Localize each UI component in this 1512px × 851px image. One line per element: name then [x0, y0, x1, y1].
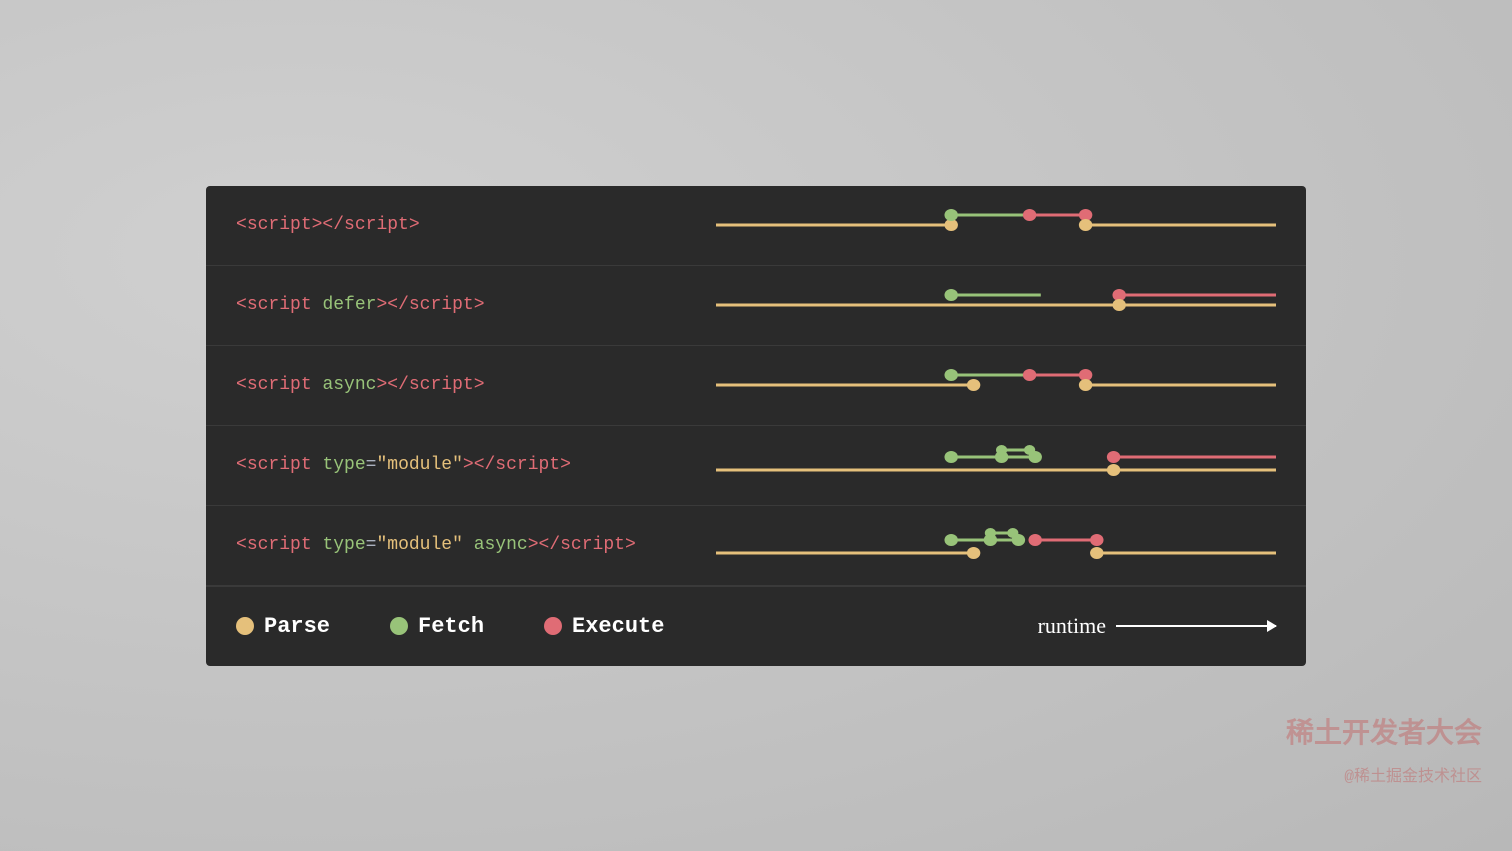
timeline-module-async [716, 515, 1276, 575]
row-script-basic: <script></script> [206, 186, 1306, 266]
code-label-module: <script type="module"></script> [236, 455, 716, 475]
row-script-defer: <script defer></script> [206, 266, 1306, 346]
fetch-label: Fetch [418, 614, 484, 639]
row-script-module: <script type="module"></script> [206, 426, 1306, 506]
slide-container: <script></script> [206, 186, 1306, 666]
timeline-defer [716, 275, 1276, 335]
timeline-svg-async [716, 355, 1276, 415]
row-script-module-async: <script type="module" async></script> [206, 506, 1306, 586]
timeline-basic [716, 195, 1276, 255]
fetch-dot [390, 617, 408, 635]
code-label-async: <script async></script> [236, 375, 716, 395]
timeline-svg-module-async [716, 515, 1276, 575]
execute-dot [544, 617, 562, 635]
code-label-module-async: <script type="module" async></script> [236, 535, 716, 555]
parse-label: Parse [264, 614, 330, 639]
watermark-title: 稀土开发者大会 [1286, 711, 1482, 751]
execute-label: Execute [572, 614, 664, 639]
timeline-svg-basic [716, 195, 1276, 255]
runtime-label: runtime [1038, 613, 1276, 639]
watermark-subtitle: @稀土掘金技术社区 [1344, 762, 1482, 786]
timeline-svg-module [716, 435, 1276, 495]
timeline-svg-defer [716, 275, 1276, 335]
row-script-async: <script async></script> [206, 346, 1306, 426]
parse-dot [236, 617, 254, 635]
runtime-arrow [1116, 625, 1276, 627]
code-label-defer: <script defer></script> [236, 295, 716, 315]
code-label-basic: <script></script> [236, 215, 716, 235]
legend-row: Parse Fetch Execute runtime [206, 586, 1306, 666]
legend-fetch: Fetch [390, 614, 484, 639]
timeline-module [716, 435, 1276, 495]
legend-parse: Parse [236, 614, 330, 639]
timeline-async [716, 355, 1276, 415]
legend-execute: Execute [544, 614, 664, 639]
